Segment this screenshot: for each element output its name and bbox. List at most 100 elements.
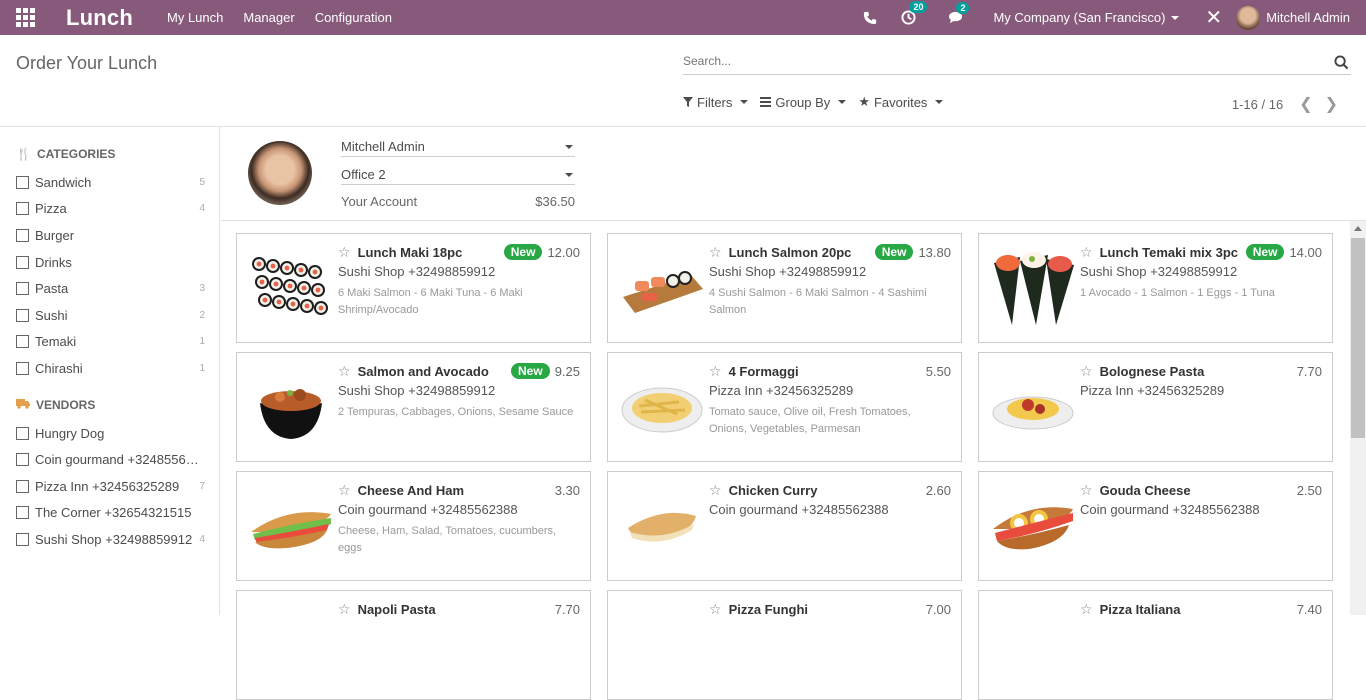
vendor-filter-item[interactable]: The Corner +32654321515 [0, 500, 219, 527]
star-icon[interactable]: ☆ [1080, 244, 1093, 261]
account-label: Your Account [341, 194, 418, 209]
category-filter-item[interactable]: Temaki 1 [0, 329, 219, 356]
scrollbar[interactable] [1350, 221, 1366, 615]
product-card[interactable]: ☆ Gouda Cheese 2.50 Coin gourmand +32485562… [978, 471, 1333, 581]
page-title: Order Your Lunch [16, 53, 158, 73]
close-icon[interactable]: ✕ [1205, 5, 1222, 30]
product-card[interactable]: ☆ Lunch Salmon 20pc New 13.80 Sushi Shop +32… [607, 233, 962, 343]
filter-label: Pizza Inn +32456325289 [35, 478, 180, 494]
product-card[interactable]: ☆ Pizza Italiana 7.40 [978, 590, 1333, 700]
checkbox[interactable] [16, 453, 29, 467]
messages-icon[interactable]: 2 [948, 1, 970, 25]
user-menu[interactable]: Mitchell Admin [1236, 5, 1350, 30]
product-description: 6 Maki Salmon - 6 Maki Tuna - 6 Maki Shr… [338, 287, 523, 316]
star-icon[interactable]: ☆ [1080, 482, 1093, 499]
search-input[interactable] [683, 54, 1323, 68]
menu-manager[interactable]: Manager [243, 10, 294, 25]
apps-menu-icon[interactable] [0, 0, 50, 35]
product-card[interactable]: ☆ Napoli Pasta 7.70 [236, 590, 591, 700]
category-filter-item[interactable]: Pizza 4 [0, 196, 219, 223]
star-icon[interactable]: ☆ [338, 482, 351, 499]
category-filter-item[interactable]: Drinks [0, 249, 219, 276]
search-icon[interactable] [1334, 55, 1349, 73]
checkbox[interactable] [16, 255, 29, 269]
checkbox[interactable] [16, 282, 29, 296]
product-card[interactable]: ☆ 4 Formaggi 5.50 Pizza Inn +32456325289 Tom… [607, 352, 962, 462]
vendor-filter-item[interactable]: Coin gourmand +32485562388 [0, 446, 219, 473]
checkbox[interactable] [16, 335, 29, 349]
checkbox[interactable] [16, 479, 29, 493]
new-badge: New [511, 363, 550, 379]
product-image [618, 246, 706, 332]
chevron-down-icon [838, 100, 847, 104]
filters-button[interactable]: Filters [683, 94, 749, 110]
star-icon[interactable]: ☆ [338, 244, 351, 261]
group-by-button[interactable]: Group By [760, 94, 847, 110]
user-info-panel: Mitchell Admin Office 2 Your Account $36… [221, 127, 1366, 221]
checkbox[interactable] [16, 532, 29, 546]
product-card[interactable]: ☆ Chicken Curry 2.60 Coin gourmand +3248556… [607, 471, 962, 581]
product-card[interactable]: ☆ Bolognese Pasta 7.70 Pizza Inn +324563252… [978, 352, 1333, 462]
product-vendor: Pizza Inn +32456325289 [709, 383, 854, 398]
product-price: 7.40 [1296, 601, 1322, 617]
checkbox[interactable] [16, 426, 29, 440]
user-select[interactable]: Mitchell Admin [341, 137, 575, 157]
product-card[interactable]: ☆ Cheese And Ham 3.30 Coin gourmand +324855… [236, 471, 591, 581]
cutlery-icon: 🍴 [16, 147, 31, 161]
product-name: Pizza Funghi [728, 601, 809, 617]
category-filter-item[interactable]: Chirashi 1 [0, 355, 219, 382]
star-icon[interactable]: ☆ [709, 363, 722, 380]
search-bar[interactable] [683, 53, 1351, 75]
product-image [247, 246, 335, 332]
category-filter-item[interactable]: Pasta 3 [0, 275, 219, 302]
product-name: Salmon and Avocado [357, 363, 489, 379]
vendor-filter-item[interactable]: Pizza Inn +32456325289 7 [0, 473, 219, 500]
app-title[interactable]: Lunch [66, 5, 133, 31]
vendors-header: VENDORS [0, 396, 219, 414]
product-card[interactable]: ☆ Salmon and Avocado New 9.25 Sushi Shop +32… [236, 352, 591, 462]
avatar [1236, 5, 1261, 30]
filter-count: 5 [199, 176, 205, 188]
star-icon[interactable]: ☆ [709, 482, 722, 499]
vendor-filter-item[interactable]: Hungry Dog [0, 420, 219, 447]
checkbox[interactable] [16, 175, 29, 189]
category-filter-item[interactable]: Sushi 2 [0, 302, 219, 329]
chevron-down-icon [565, 144, 573, 149]
location-select[interactable]: Office 2 [341, 165, 575, 185]
filter-label: Sushi [35, 307, 68, 323]
activity-icon[interactable]: 20 [901, 1, 928, 25]
chevron-right-icon[interactable]: ❯ [1325, 94, 1338, 114]
chevron-down-icon [1171, 15, 1180, 20]
product-card[interactable]: ☆ Lunch Temaki mix 3pc New 14.00 Sushi Shop … [978, 233, 1333, 343]
product-card[interactable]: ☆ Lunch Maki 18pc New 12.00 Sushi Shop +3249… [236, 233, 591, 343]
checkbox[interactable] [16, 361, 29, 375]
filter-label: Pasta [35, 281, 69, 297]
checkbox[interactable] [16, 308, 29, 322]
company-switcher[interactable]: My Company (San Francisco) [993, 10, 1180, 25]
menu-configuration[interactable]: Configuration [315, 10, 392, 25]
group-by-label: Group By [775, 94, 831, 110]
scroll-thumb[interactable] [1351, 238, 1365, 438]
favorites-button[interactable]: ★ Favorites [858, 94, 944, 110]
user-name: Mitchell Admin [1266, 10, 1350, 25]
star-icon[interactable]: ☆ [338, 363, 351, 380]
filter-label: Chirashi [35, 360, 83, 376]
menu-my-lunch[interactable]: My Lunch [167, 10, 223, 25]
category-filter-item[interactable]: Sandwich 5 [0, 169, 219, 196]
pager-value[interactable]: 1-16 / 16 [1232, 97, 1283, 112]
filter-label: Sandwich [35, 174, 92, 190]
product-vendor: Coin gourmand +32485562388 [338, 502, 518, 517]
product-image [989, 365, 1077, 451]
chevron-left-icon[interactable]: ❮ [1299, 94, 1312, 114]
top-navbar: Lunch My Lunch Manager Configuration 20 … [0, 0, 1366, 35]
checkbox[interactable] [16, 506, 29, 520]
category-filter-item[interactable]: Burger [0, 222, 219, 249]
vendor-filter-item[interactable]: Sushi Shop +32498859912 4 [0, 526, 219, 553]
phone-icon[interactable] [863, 11, 877, 25]
star-icon[interactable]: ☆ [1080, 363, 1093, 380]
product-card[interactable]: ☆ Pizza Funghi 7.00 [607, 590, 962, 700]
checkbox[interactable] [16, 202, 29, 216]
star-icon[interactable]: ☆ [709, 244, 722, 261]
scroll-up-arrow[interactable] [1354, 226, 1362, 231]
checkbox[interactable] [16, 228, 29, 242]
